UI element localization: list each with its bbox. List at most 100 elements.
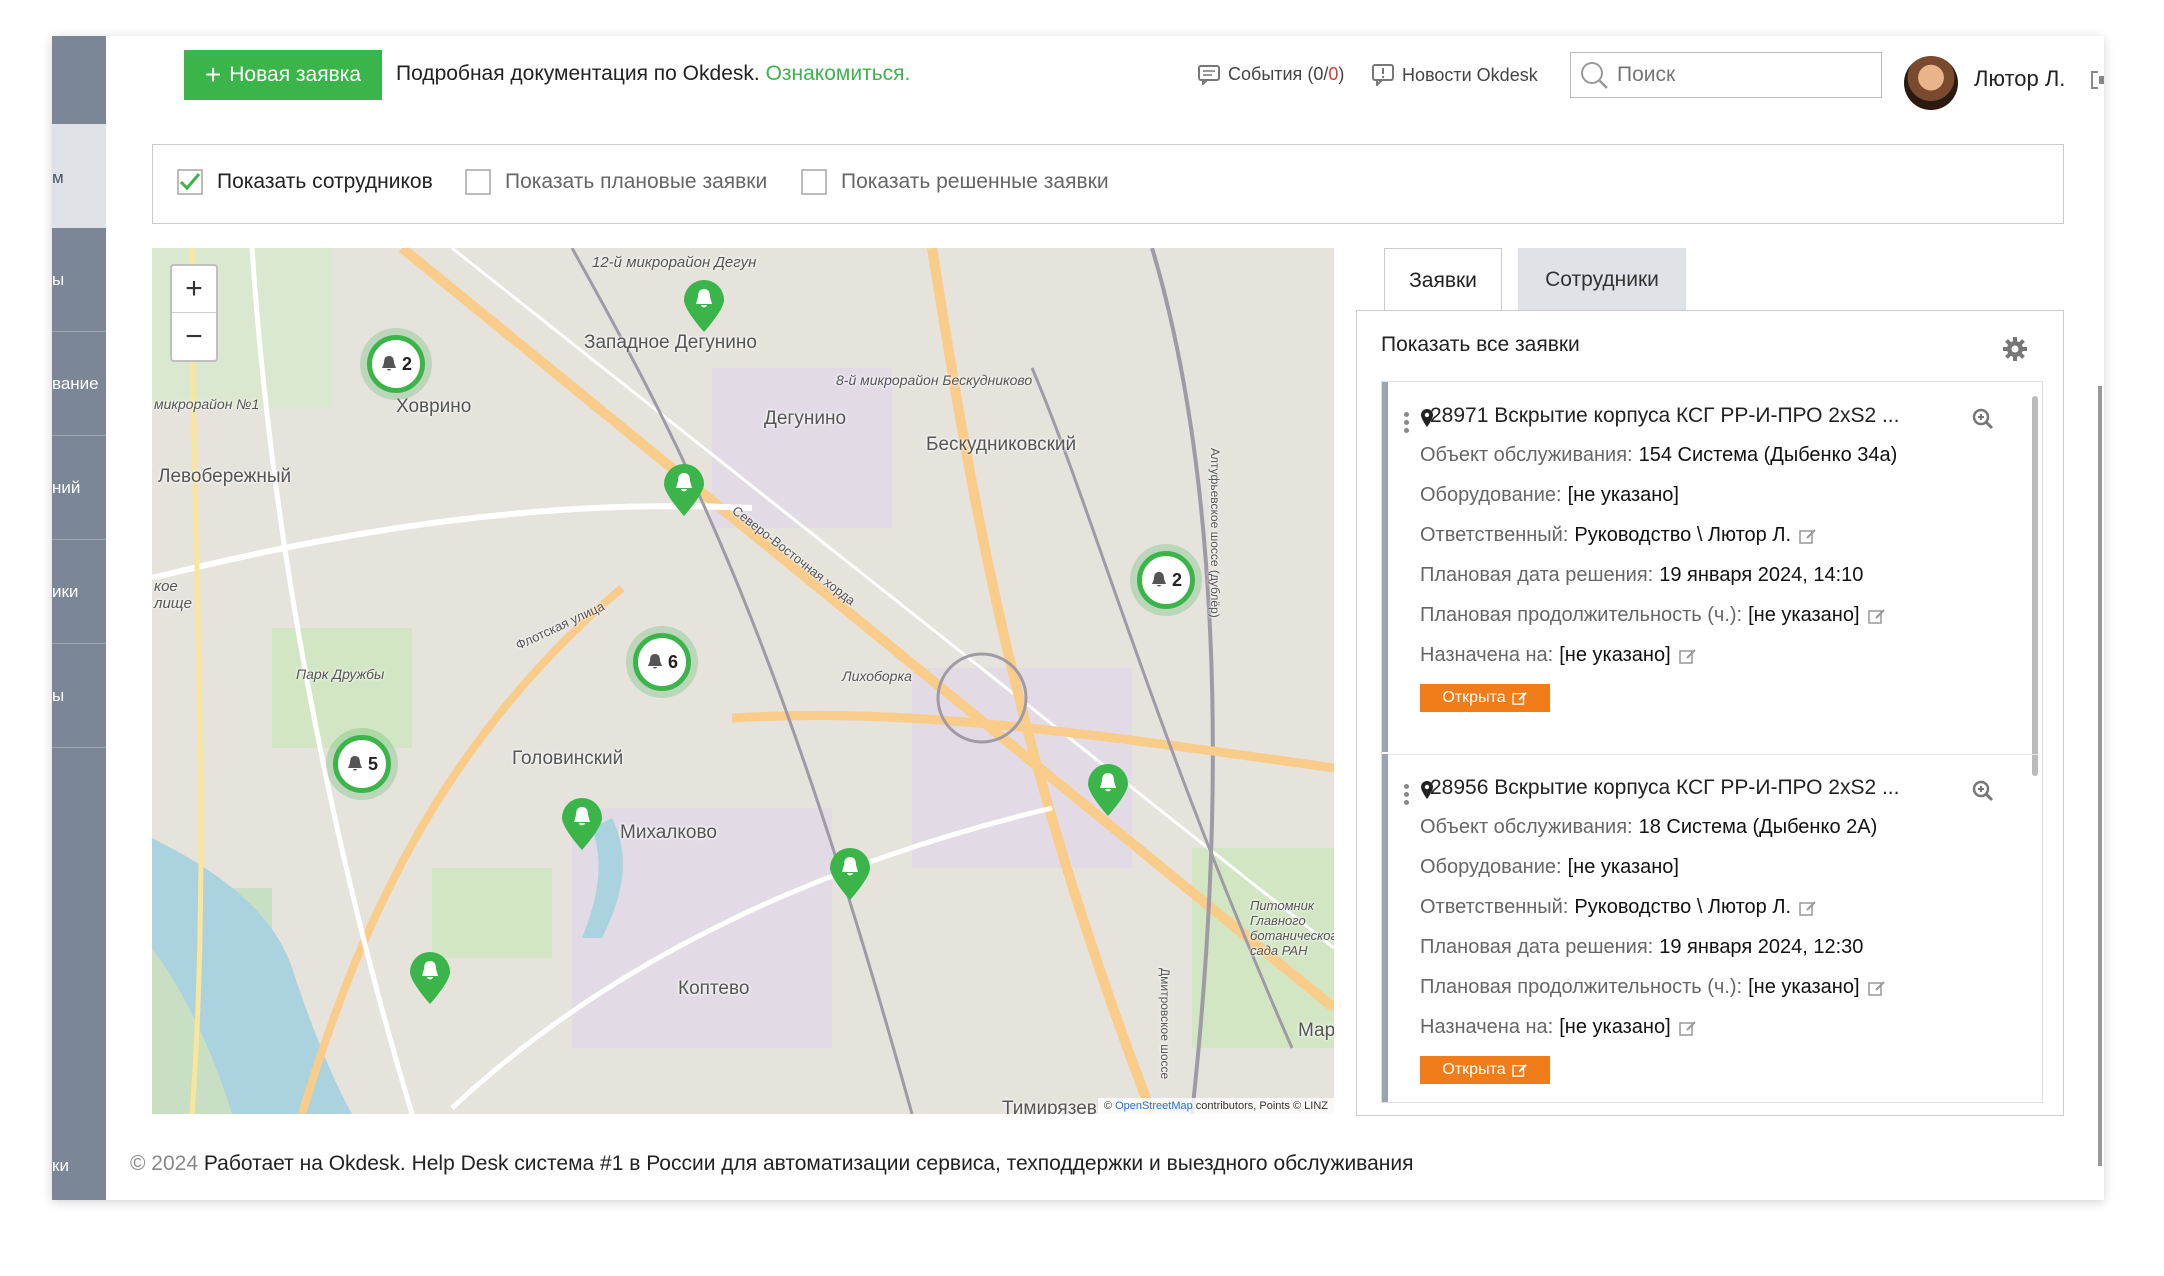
status-badge[interactable]: Открыта <box>1420 1056 1550 1084</box>
edit-icon[interactable] <box>1678 648 1697 664</box>
checkbox-checked[interactable] <box>177 169 203 195</box>
zoom-out-button[interactable]: − <box>172 313 216 360</box>
tab-staff[interactable]: Сотрудники <box>1518 248 1686 312</box>
checkbox-unchecked[interactable] <box>801 169 827 195</box>
edit-icon[interactable] <box>1799 528 1817 544</box>
search-box[interactable] <box>1570 52 1882 98</box>
map-pin-icon[interactable] <box>560 798 604 852</box>
sidebar-item-active[interactable]: м <box>52 124 106 228</box>
map-pin-icon[interactable] <box>408 952 452 1006</box>
show-staff-label: Показать сотрудников <box>217 170 433 193</box>
list-scrollbar[interactable] <box>2032 396 2038 776</box>
request-due-row: Плановая дата решения: 19 января 2024, 12… <box>1420 936 1863 959</box>
map-cluster[interactable]: 6 <box>626 626 698 698</box>
page-scrollbar[interactable] <box>2098 386 2102 1166</box>
osm-link[interactable]: OpenStreetMap <box>1115 1100 1193 1112</box>
request-duration-row: Плановая продолжительность (ч.): [не указ… <box>1420 976 1886 999</box>
edit-icon[interactable] <box>1678 1020 1697 1036</box>
status-label: Открыта <box>1442 1061 1506 1078</box>
request-responsible-row: Ответственный: Руководство \ Лютор Л. <box>1420 524 1817 547</box>
zoom-to-icon[interactable] <box>1972 780 1994 802</box>
events-link[interactable]: События (0/0) <box>1198 64 1344 85</box>
drag-handle-icon[interactable] <box>1404 412 1410 436</box>
edit-icon[interactable] <box>1867 980 1886 996</box>
zoom-to-icon[interactable] <box>1972 408 1994 430</box>
map-label: Левобережный <box>158 466 292 487</box>
sidebar-item[interactable]: ки <box>52 1146 106 1186</box>
edit-icon[interactable] <box>1799 900 1817 916</box>
request-duration-row: Плановая продолжительность (ч.): [не указ… <box>1420 604 1886 627</box>
gear-icon[interactable] <box>2001 335 2029 363</box>
map-label: Ховрино <box>396 396 472 417</box>
map-pin-icon[interactable] <box>828 848 872 902</box>
requests-list: 28971 Вскрытие корпуса КСГ РР-И-ПРО 2xS2… <box>1381 381 2043 1103</box>
docs-link[interactable]: Ознакомиться. <box>766 62 911 85</box>
drag-handle-icon[interactable] <box>1404 784 1410 808</box>
field-label: Ответственный: <box>1420 896 1569 918</box>
map-cluster[interactable]: 5 <box>326 728 398 800</box>
show-planned-label: Показать плановые заявки <box>505 170 768 193</box>
sidebar-item[interactable]: ы <box>52 228 106 332</box>
bell-icon <box>1151 572 1166 587</box>
map-cluster[interactable]: 2 <box>360 328 432 400</box>
announcement-icon <box>1372 64 1394 86</box>
map-label: Питомник Главного ботанического сада РАН <box>1250 898 1334 958</box>
map-pin-icon[interactable] <box>1086 764 1130 818</box>
map-label: Западное Дегунино <box>584 332 757 353</box>
show-planned-checkbox[interactable]: Показать плановые заявки <box>465 169 767 195</box>
status-badge[interactable]: Открыта <box>1420 684 1550 712</box>
field-label: Назначена на: <box>1420 1016 1554 1038</box>
tab-requests[interactable]: Заявки <box>1384 248 1502 312</box>
zoom-control: + − <box>170 264 218 362</box>
edit-icon <box>1511 692 1527 705</box>
avatar[interactable] <box>1904 56 1958 110</box>
request-card[interactable]: 28971 Вскрытие корпуса КСГ РР-И-ПРО 2xS2… <box>1382 382 2032 752</box>
footer: © 2024 Работает на Okdesk. Help Desk сис… <box>130 1152 1413 1176</box>
map[interactable]: + − 12-й микрорайон Дегун Западное Дегун… <box>152 248 1334 1114</box>
news-link[interactable]: Новости Okdesk <box>1372 64 1538 86</box>
request-title[interactable]: 28971 Вскрытие корпуса КСГ РР-И-ПРО 2xS2… <box>1430 404 1899 428</box>
map-label: Мар <box>1298 1020 1334 1041</box>
sidebar-item-label: ки <box>52 1156 69 1175</box>
map-label: Лихоборка <box>842 668 912 684</box>
request-object-row: Объект обслуживания: 154 Система (Дыбенко… <box>1420 444 1897 467</box>
sidebar-item[interactable]: ики <box>52 540 106 644</box>
request-title[interactable]: 28956 Вскрытие корпуса КСГ РР-И-ПРО 2xS2… <box>1430 776 1899 800</box>
sidebar-item[interactable]: вание <box>52 332 106 436</box>
field-value: Руководство \ Лютор Л. <box>1574 524 1792 546</box>
sidebar-item-label: ний <box>52 477 81 497</box>
field-value: 19 января 2024, 12:30 <box>1659 936 1864 958</box>
request-card[interactable]: 28956 Вскрытие корпуса КСГ РР-И-ПРО 2xS2… <box>1382 754 2032 1102</box>
checkbox-unchecked[interactable] <box>465 169 491 195</box>
search-input[interactable] <box>1617 63 1857 87</box>
sidebar-item[interactable]: ы <box>52 644 106 748</box>
map-pin-icon[interactable] <box>662 464 706 518</box>
request-due-row: Плановая дата решения: 19 января 2024, 14… <box>1420 564 1863 587</box>
field-value: [не указано] <box>1559 1016 1671 1038</box>
logout-icon[interactable] <box>2090 70 2104 90</box>
user-name[interactable]: Лютор Л. <box>1974 66 2065 92</box>
sidebar-item[interactable]: ний <box>52 436 106 540</box>
search-icon <box>1581 62 1608 89</box>
show-resolved-checkbox[interactable]: Показать решенные заявки <box>801 169 1109 195</box>
bell-icon <box>347 756 362 771</box>
attribution-text: contributors, Points © LINZ <box>1195 1100 1328 1112</box>
new-request-button[interactable]: + Новая заявка <box>184 50 382 100</box>
show-all-requests[interactable]: Показать все заявки <box>1381 333 1580 357</box>
map-attribution: © OpenStreetMap contributors, Points © L… <box>1097 1098 1334 1114</box>
map-cluster[interactable]: 2 <box>1130 544 1202 616</box>
map-label: Дегунино <box>764 408 847 429</box>
map-pin-icon[interactable] <box>682 280 726 334</box>
app-window: м ы вание ний ики ы ки + Новая заявка По… <box>52 36 2104 1200</box>
news-label: Новости Okdesk <box>1402 64 1538 85</box>
show-staff-checkbox[interactable]: Показать сотрудников <box>177 169 433 195</box>
footer-text: Работает на Okdesk. Help Desk система #1… <box>203 1152 1414 1175</box>
field-value: [не указано] <box>1748 604 1860 626</box>
sidebar-item-label: ы <box>52 269 65 289</box>
map-label: 12-й микрорайон Дегун <box>592 254 757 271</box>
field-label: Объект обслуживания: <box>1420 816 1633 838</box>
request-assigned-row: Назначена на: [не указано] <box>1420 1016 1697 1039</box>
zoom-in-button[interactable]: + <box>172 266 216 313</box>
edit-icon[interactable] <box>1867 608 1886 624</box>
map-label: Михалково <box>620 822 717 843</box>
